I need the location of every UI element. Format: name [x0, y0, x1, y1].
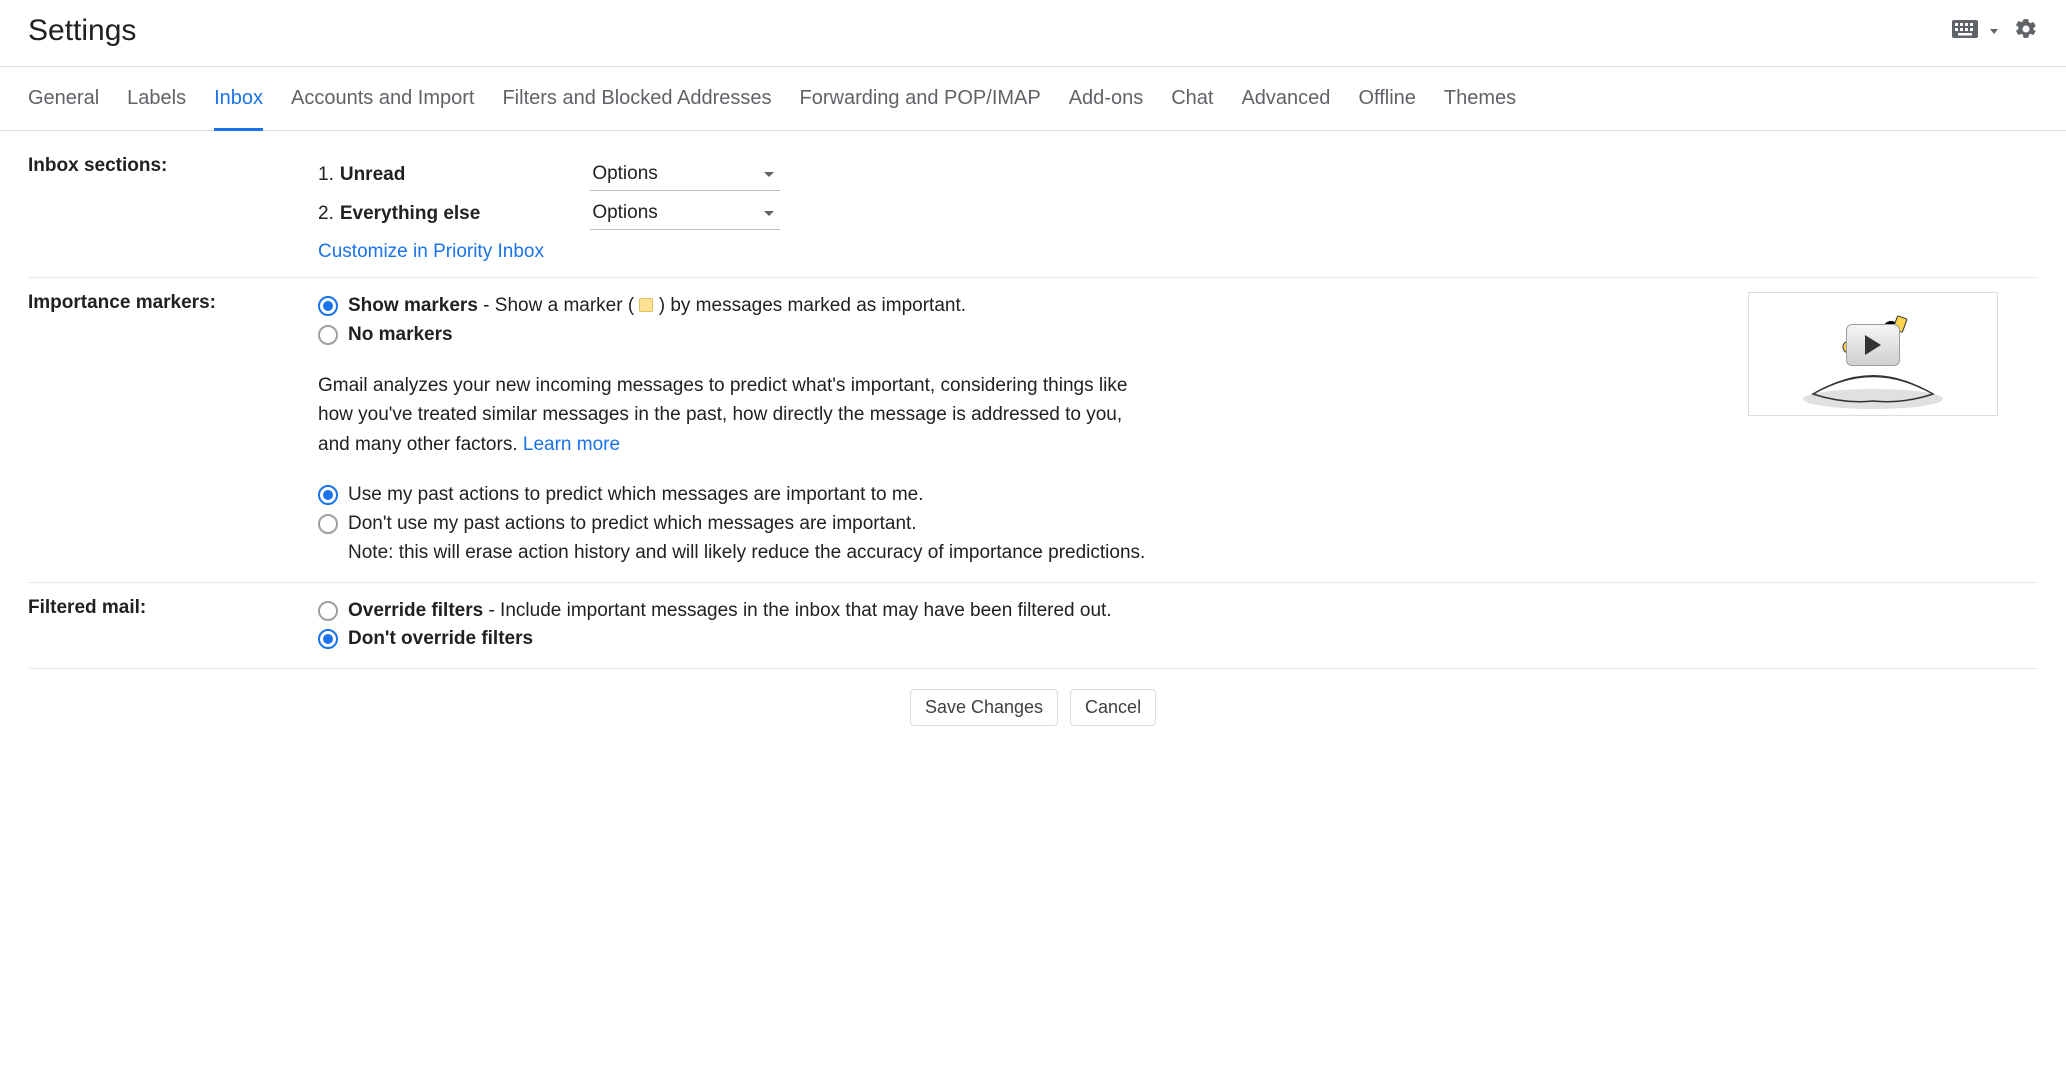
radio-dont-use-past-actions[interactable] — [318, 514, 338, 534]
inbox-section-num: 2. — [318, 194, 340, 233]
tab-chat[interactable]: Chat — [1171, 87, 1213, 130]
save-changes-button[interactable]: Save Changes — [910, 689, 1058, 726]
radio-row-dont-use-past: Don't use my past actions to predict whi… — [318, 510, 2038, 539]
tab-accounts-and-import[interactable]: Accounts and Import — [291, 87, 474, 130]
radio-label-no-markers[interactable]: No markers — [348, 321, 453, 350]
inbox-section-options-dropdown[interactable]: Options — [590, 158, 780, 191]
importance-description: Gmail analyzes your new incoming message… — [318, 371, 1148, 459]
radio-no-markers[interactable] — [318, 325, 338, 345]
radio-use-past-actions[interactable] — [318, 485, 338, 505]
importance-note: Note: this will erase action history and… — [348, 538, 2038, 567]
tab-forwarding-pop-imap[interactable]: Forwarding and POP/IMAP — [800, 87, 1041, 130]
inbox-section-name: Everything else — [340, 194, 590, 233]
tab-offline[interactable]: Offline — [1358, 87, 1415, 130]
radio-label-override-filters[interactable]: Override filters - Include important mes… — [348, 597, 1112, 626]
radio-dont-override-filters[interactable] — [318, 629, 338, 649]
radio-row-use-past: Use my past actions to predict which mes… — [318, 481, 2038, 510]
section-label-importance: Importance markers: — [28, 292, 318, 314]
customize-priority-inbox-link[interactable]: Customize in Priority Inbox — [318, 241, 544, 263]
options-label: Options — [592, 202, 657, 224]
importance-video-thumbnail[interactable] — [1748, 292, 1998, 416]
settings-body: Inbox sections: 1. Unread Options 2. Eve… — [0, 131, 2066, 776]
radio-label-dont-use-past[interactable]: Don't use my past actions to predict whi… — [348, 510, 917, 539]
radio-row-dont-override-filters: Don't override filters — [318, 625, 2038, 654]
tab-labels[interactable]: Labels — [127, 87, 186, 130]
tab-general[interactable]: General — [28, 87, 99, 130]
inbox-section-row: 2. Everything else Options — [318, 194, 780, 233]
options-label: Options — [592, 163, 657, 185]
settings-tabs: General Labels Inbox Accounts and Import… — [0, 67, 2066, 131]
cancel-button[interactable]: Cancel — [1070, 689, 1156, 726]
gear-icon[interactable] — [2014, 17, 2038, 46]
radio-show-markers[interactable] — [318, 296, 338, 316]
chevron-down-icon — [764, 172, 774, 177]
tab-advanced[interactable]: Advanced — [1241, 87, 1330, 130]
inbox-section-name: Unread — [340, 155, 590, 194]
tab-inbox[interactable]: Inbox — [214, 87, 263, 131]
section-inbox-sections: Inbox sections: 1. Unread Options 2. Eve… — [28, 131, 2038, 278]
chevron-down-icon — [764, 211, 774, 216]
action-buttons: Save Changes Cancel — [28, 669, 2038, 746]
section-content-inbox-sections: 1. Unread Options 2. Everything else — [318, 155, 2038, 263]
radio-label-dont-override-filters[interactable]: Don't override filters — [348, 625, 533, 654]
keyboard-icon[interactable] — [1952, 20, 1978, 43]
section-importance-markers: Importance markers: Show markers - Show … — [28, 278, 2038, 583]
section-label-inbox-sections: Inbox sections: — [28, 155, 318, 177]
inbox-section-row: 1. Unread Options — [318, 155, 780, 194]
page-title: Settings — [28, 14, 136, 48]
importance-marker-icon — [639, 298, 653, 312]
tab-themes[interactable]: Themes — [1444, 87, 1516, 130]
section-label-filtered: Filtered mail: — [28, 597, 318, 619]
inbox-section-num: 1. — [318, 155, 340, 194]
tab-filters-and-blocked[interactable]: Filters and Blocked Addresses — [502, 87, 771, 130]
radio-label-show-markers[interactable]: Show markers - Show a marker ( ) by mess… — [348, 292, 966, 321]
tab-add-ons[interactable]: Add-ons — [1069, 87, 1144, 130]
play-icon — [1846, 324, 1900, 366]
radio-override-filters[interactable] — [318, 601, 338, 621]
section-filtered-mail: Filtered mail: Override filters - Includ… — [28, 583, 2038, 669]
header-actions — [1952, 17, 2038, 46]
section-content-filtered: Override filters - Include important mes… — [318, 597, 2038, 654]
radio-row-override-filters: Override filters - Include important mes… — [318, 597, 2038, 626]
radio-label-use-past[interactable]: Use my past actions to predict which mes… — [348, 481, 924, 510]
learn-more-link[interactable]: Learn more — [523, 434, 620, 455]
page-header: Settings — [0, 0, 2066, 67]
chevron-down-icon[interactable] — [1990, 29, 1998, 34]
inbox-section-options-dropdown[interactable]: Options — [590, 197, 780, 230]
